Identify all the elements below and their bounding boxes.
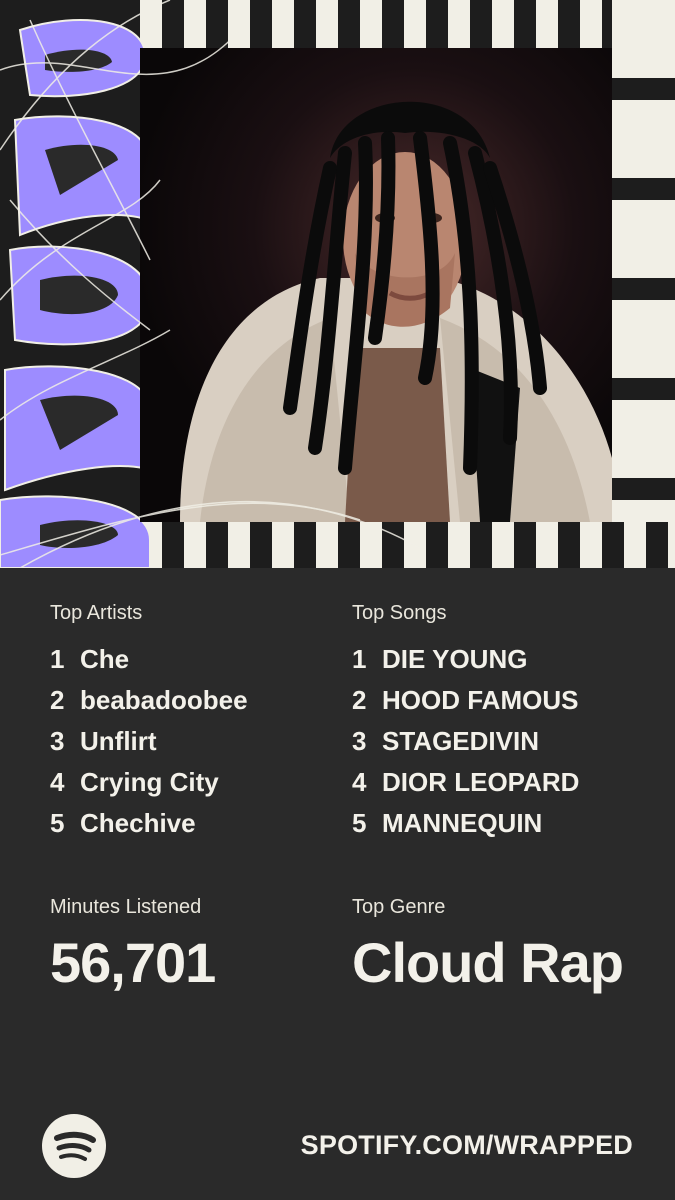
- list-item: 5 Chechive: [50, 803, 350, 844]
- top-songs-label: Top Songs: [352, 602, 447, 624]
- artist-photo: [140, 48, 612, 522]
- list-item: 3 Unflirt: [50, 721, 350, 762]
- rank: 4: [352, 767, 367, 797]
- stripe-pattern-bottom: [140, 522, 675, 568]
- rank: 1: [352, 644, 367, 674]
- list-item: 2 HOOD FAMOUS: [352, 680, 652, 721]
- artist-name: Unflirt: [80, 726, 157, 756]
- top-songs-section: Top Songs 1 DIE YOUNG 2 HOOD FAMOUS 3 STAGE…: [352, 602, 652, 844]
- rank: 4: [50, 767, 65, 797]
- top-artists-section: Top Artists 1 Che 2 beabadoobee 3 Unflirt 4…: [50, 602, 350, 844]
- stats-panel: Top Artists 1 Che 2 beabadoobee 3 Unflirt 4…: [0, 568, 675, 1200]
- song-name: DIE YOUNG: [382, 644, 528, 674]
- rank: 2: [352, 685, 367, 715]
- list-item: 4 DIOR LEOPARD: [352, 762, 652, 803]
- rank: 3: [50, 726, 65, 756]
- list-item: 3 STAGEDIVIN: [352, 721, 652, 762]
- footer: SPOTIFY.COM/WRAPPED: [0, 1110, 675, 1180]
- artist-name: Crying City: [80, 767, 219, 797]
- rank: 5: [352, 808, 367, 838]
- stripe-pattern-top: [140, 0, 610, 48]
- list-item: 2 beabadoobee: [50, 680, 350, 721]
- list-item: 5 MANNEQUIN: [352, 803, 652, 844]
- spotify-logo-icon[interactable]: [42, 1114, 106, 1178]
- year-text: 2025: [0, 0, 3, 1]
- song-name: STAGEDIVIN: [382, 726, 539, 756]
- stripe-pattern-right: [612, 0, 675, 568]
- rank: 3: [352, 726, 367, 756]
- top-genre-section: Top Genre Cloud Rap: [352, 896, 652, 993]
- rank: 2: [50, 685, 65, 715]
- wrapped-card: 2025 Top Artists 1 Che 2 beabadoobee 3 U…: [0, 0, 675, 1200]
- list-item: 1 DIE YOUNG: [352, 639, 652, 680]
- minutes-listened-label: Minutes Listened: [50, 896, 202, 918]
- minutes-listened-section: Minutes Listened 56,701: [50, 896, 350, 993]
- year-graphic: 2025: [0, 0, 150, 568]
- artist-name: Che: [80, 644, 130, 674]
- song-name: HOOD FAMOUS: [382, 685, 579, 715]
- wrapped-url-link[interactable]: SPOTIFY.COM/WRAPPED: [301, 1130, 633, 1161]
- song-name: DIOR LEOPARD: [382, 767, 580, 797]
- top-artists-label: Top Artists: [50, 602, 143, 624]
- song-name: MANNEQUIN: [382, 808, 543, 838]
- artist-name: Chechive: [80, 808, 196, 838]
- top-genre-value: Cloud Rap: [352, 931, 624, 994]
- list-item: 4 Crying City: [50, 762, 350, 803]
- minutes-listened-value: 56,701: [50, 931, 216, 994]
- artist-photo-illustration: [180, 101, 612, 522]
- artist-name: beabadoobee: [80, 685, 248, 715]
- rank: 1: [50, 644, 65, 674]
- list-item: 1 Che: [50, 639, 350, 680]
- top-genre-label: Top Genre: [352, 896, 446, 918]
- artwork-header: 2025: [0, 0, 675, 568]
- rank: 5: [50, 808, 65, 838]
